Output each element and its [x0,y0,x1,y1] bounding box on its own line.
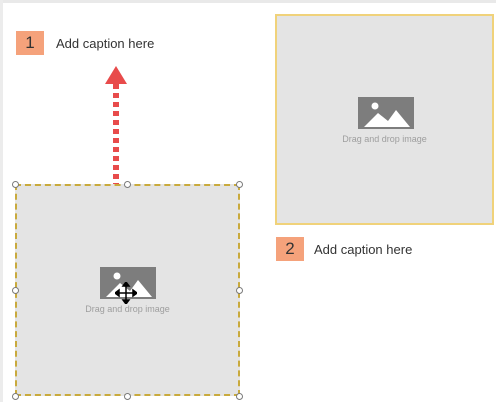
drop-image-text: Drag and drop image [342,134,427,144]
drop-image-text: Drag and drop image [85,304,170,314]
image-icon [358,97,414,129]
slide-left-border [0,0,3,402]
resize-handle-bottom-left[interactable] [12,393,19,400]
item-1-caption[interactable]: Add caption here [56,36,154,51]
resize-handle-bottom-center[interactable] [124,393,131,400]
item-1-number-badge: 1 [16,31,44,55]
image-placeholder-2[interactable]: Drag and drop image [275,14,494,225]
move-cursor-icon [115,282,137,304]
resize-handle-bottom-right[interactable] [236,393,243,400]
resize-handle-middle-right[interactable] [236,287,243,294]
item-2-caption[interactable]: Add caption here [314,242,412,257]
item-2-number-badge: 2 [276,237,304,261]
resize-handle-middle-left[interactable] [12,287,19,294]
resize-handle-top-right[interactable] [236,181,243,188]
slide-top-border [0,0,496,3]
resize-handle-top-left[interactable] [12,181,19,188]
image-placeholder-1[interactable]: Drag and drop image [15,184,240,396]
resize-handle-top-center[interactable] [124,181,131,188]
